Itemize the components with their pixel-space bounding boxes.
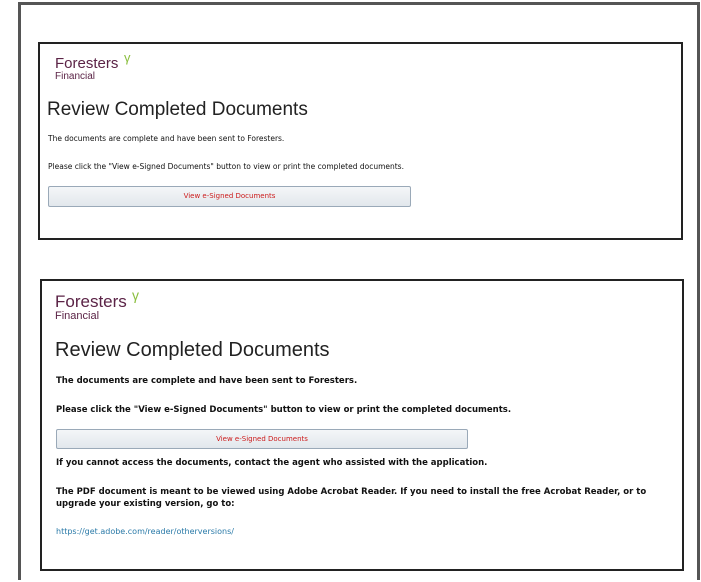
status-text: The documents are complete and have been… <box>48 134 285 143</box>
status-text: The documents are complete and have been… <box>56 376 358 386</box>
confirmation-panel-full: Foresters Financial γ Review Completed D… <box>40 279 684 571</box>
page-title: Review Completed Documents <box>55 339 330 361</box>
foresters-logo: Foresters Financial γ <box>55 50 131 82</box>
page-title: Review Completed Documents <box>47 99 308 120</box>
foresters-logo: Foresters Financial γ <box>55 287 139 322</box>
leaf-icon: γ <box>124 50 131 65</box>
leaf-icon: γ <box>132 287 139 303</box>
acrobat-text-line2: upgrade your existing version, go to: <box>56 499 235 509</box>
logo-wordmark: Foresters <box>55 292 127 311</box>
view-e-signed-documents-button[interactable]: View e-Signed Documents <box>56 429 468 449</box>
logo-wordmark: Foresters <box>55 55 119 72</box>
instruction-text: Please click the "View e-Signed Document… <box>56 405 512 415</box>
confirmation-panel-compact: Foresters Financial γ Review Completed D… <box>38 42 683 240</box>
contact-agent-text: If you cannot access the documents, cont… <box>56 458 488 468</box>
acrobat-text-line1: The PDF document is meant to be viewed u… <box>56 487 647 497</box>
logo-subtext: Financial <box>55 310 100 322</box>
logo-subtext: Financial <box>55 71 96 82</box>
view-e-signed-documents-button[interactable]: View e-Signed Documents <box>48 186 411 207</box>
adobe-reader-link[interactable]: https://get.adobe.com/reader/otherversio… <box>56 527 234 536</box>
instruction-text: Please click the "View e-Signed Document… <box>48 162 404 171</box>
